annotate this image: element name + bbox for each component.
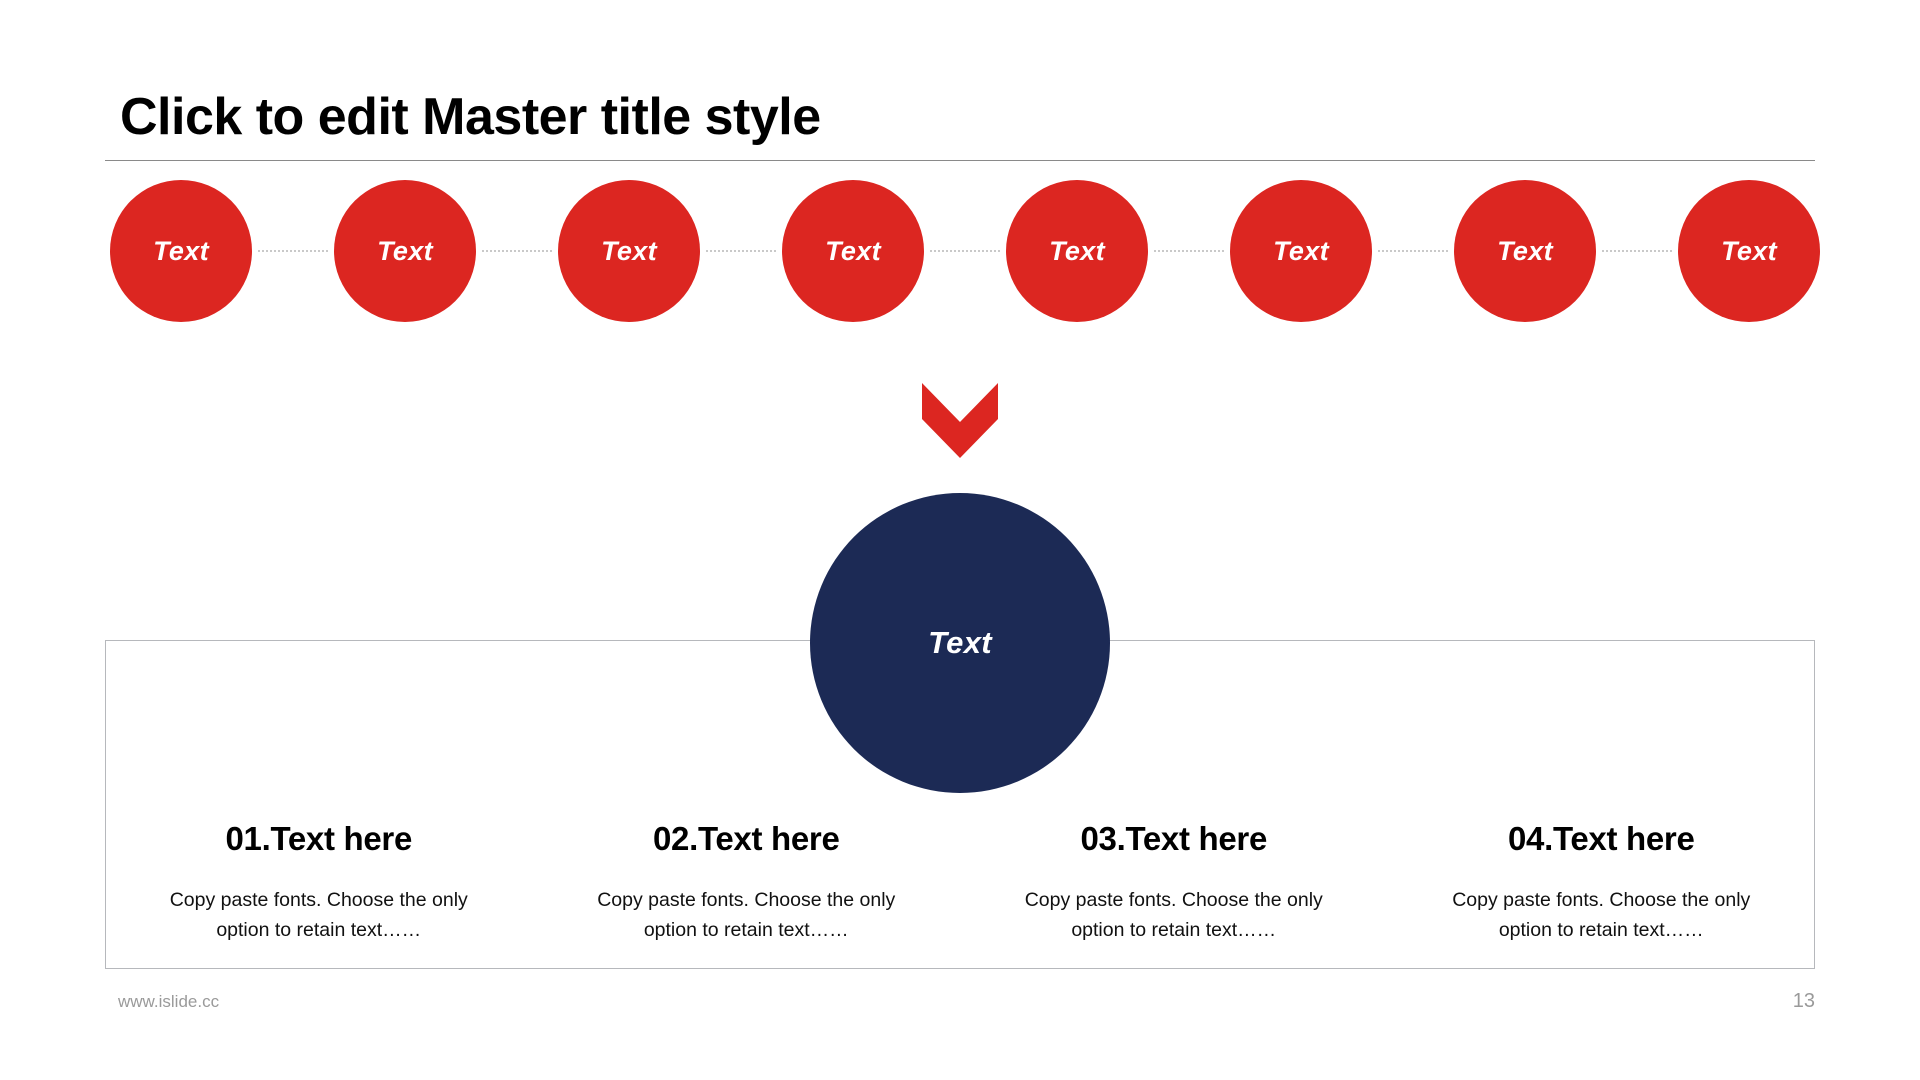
- column-heading[interactable]: 02.Text here: [653, 820, 840, 858]
- red-node-8[interactable]: Text: [1678, 180, 1820, 322]
- title-divider: [105, 160, 1815, 161]
- node-connector-2: [482, 250, 552, 252]
- node-connector-6: [1378, 250, 1448, 252]
- column-heading[interactable]: 03.Text here: [1080, 820, 1267, 858]
- column-4: 04.Text here Copy paste fonts. Choose the…: [1388, 820, 1816, 960]
- red-node-label: Text: [153, 235, 209, 266]
- page-title[interactable]: Click to edit Master title style: [120, 90, 1820, 145]
- red-node-7[interactable]: Text: [1454, 180, 1596, 322]
- column-body[interactable]: Copy paste fonts. Choose the only option…: [1429, 885, 1774, 945]
- slide-canvas: Click to edit Master title style Text Tex…: [0, 0, 1920, 1080]
- red-node-1[interactable]: Text: [110, 180, 252, 322]
- node-connector-7: [1602, 250, 1672, 252]
- column-heading[interactable]: 04.Text here: [1508, 820, 1695, 858]
- red-node-label: Text: [1049, 235, 1105, 266]
- column-body[interactable]: Copy paste fonts. Choose the only option…: [146, 885, 491, 945]
- red-node-label: Text: [825, 235, 881, 266]
- node-connector-4: [930, 250, 1000, 252]
- node-connector-3: [706, 250, 776, 252]
- chevron-down-icon: [922, 383, 998, 458]
- footer-page-number: 13: [1792, 990, 1815, 1012]
- red-node-5[interactable]: Text: [1006, 180, 1148, 322]
- red-node-label: Text: [1273, 235, 1329, 266]
- footer-url[interactable]: www.islide.cc: [118, 992, 219, 1012]
- red-node-4[interactable]: Text: [782, 180, 924, 322]
- red-node-label: Text: [1497, 235, 1553, 266]
- red-node-label: Text: [1721, 235, 1777, 266]
- red-node-3[interactable]: Text: [558, 180, 700, 322]
- column-heading[interactable]: 01.Text here: [225, 820, 412, 858]
- node-connector-1: [258, 250, 328, 252]
- red-node-label: Text: [601, 235, 657, 266]
- red-node-row: Text Text Text Text Text Text Text Text: [110, 180, 1820, 322]
- focus-node-label: Text: [928, 625, 992, 660]
- columns-row: 01.Text here Copy paste fonts. Choose the…: [105, 820, 1815, 960]
- column-3: 03.Text here Copy paste fonts. Choose the…: [960, 820, 1388, 960]
- column-1: 01.Text here Copy paste fonts. Choose the…: [105, 820, 533, 960]
- column-body[interactable]: Copy paste fonts. Choose the only option…: [1001, 885, 1346, 945]
- node-connector-5: [1154, 250, 1224, 252]
- column-body[interactable]: Copy paste fonts. Choose the only option…: [574, 885, 919, 945]
- red-node-6[interactable]: Text: [1230, 180, 1372, 322]
- title-block: Click to edit Master title style: [120, 90, 1820, 145]
- red-node-label: Text: [377, 235, 433, 266]
- column-2: 02.Text here Copy paste fonts. Choose the…: [533, 820, 961, 960]
- red-node-2[interactable]: Text: [334, 180, 476, 322]
- focus-node-circle[interactable]: Text: [810, 493, 1110, 793]
